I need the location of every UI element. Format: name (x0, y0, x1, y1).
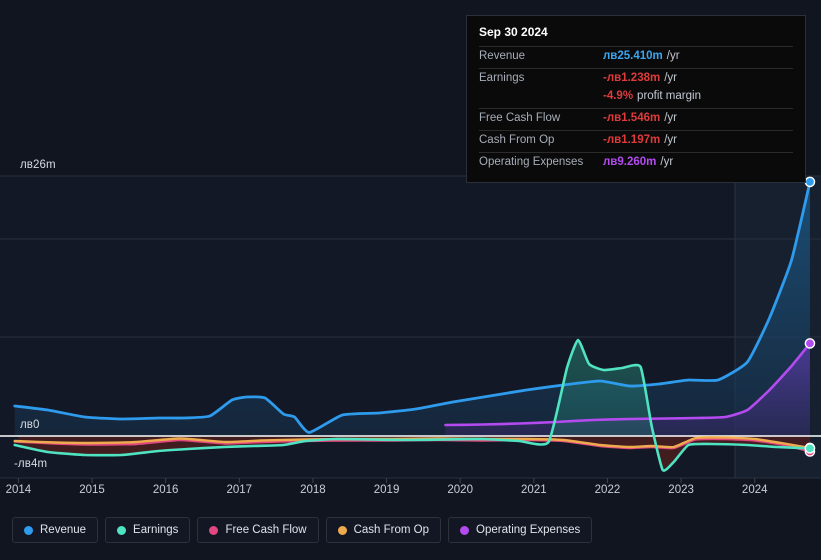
legend-item-earnings[interactable]: Earnings (105, 517, 191, 543)
legend-label: Free Cash Flow (225, 524, 307, 536)
legend-color-dot (460, 525, 470, 535)
tooltip-row-value: лв25.410m/yr (603, 50, 680, 62)
tooltip-row-label: Earnings (479, 72, 525, 84)
tooltip-row-value: лв9.260m/yr (603, 156, 674, 168)
tooltip-row-unit: /yr (664, 72, 677, 84)
tooltip-date: Sep 30 2024 (479, 25, 548, 39)
tooltip-row-unit: /yr (660, 156, 674, 168)
legend-item-free-cash-flow[interactable]: Free Cash Flow (197, 517, 319, 543)
tooltip-row: Free Cash Flow -лв1.546m/yr (479, 108, 793, 130)
legend-label: Earnings (133, 524, 179, 536)
x-axis-label-2016: 2016 (152, 484, 179, 496)
tooltip-row-unit: /yr (664, 134, 677, 146)
legend-color-dot (337, 525, 347, 535)
tooltip-row: Cash From Op -лв1.197m/yr (479, 130, 793, 152)
tooltip-row: -4.9% profit margin (479, 90, 793, 108)
tooltip-rows: Revenue лв25.410m/yr Earnings -лв1.238m/yr -… (479, 46, 793, 174)
x-axis-label-2021: 2021 (521, 484, 547, 496)
legend-item-cash-from-op[interactable]: Cash From Op (325, 517, 442, 543)
x-axis-label-2022: 2022 (594, 484, 621, 496)
tooltip-row-value: -лв1.197m/yr (603, 134, 677, 146)
legend-label: Revenue (40, 524, 87, 536)
y-axis-label-bottom: -лв4m (14, 458, 48, 470)
x-axis-ticks (17, 478, 756, 483)
legend-item-revenue[interactable]: Revenue (12, 517, 99, 543)
tooltip-row: Revenue лв25.410m/yr (479, 46, 793, 68)
tooltip-row-value: -лв1.546m/yr (603, 112, 677, 124)
legend-color-dot (117, 525, 127, 535)
tooltip-row-label: Revenue (479, 50, 526, 62)
legend-color-dot (209, 525, 219, 535)
x-axis-label-2023: 2023 (668, 484, 694, 496)
x-axis-labels: 2014 2015 2016 2017 2018 2019 2020 2021 2022 2023… (0, 484, 821, 500)
tooltip-row-value: -лв1.238m/yr (603, 72, 677, 84)
legend-label: Cash From Op (353, 524, 430, 536)
y-axis-label-zero: лв0 (20, 419, 40, 431)
legend-color-dot (24, 525, 33, 535)
tooltip-row-value: -4.9% profit margin (603, 90, 701, 102)
tooltip-row-unit: profit margin (637, 90, 701, 102)
tooltip-row: Earnings -лв1.238m/yr (479, 68, 793, 90)
end-marker (804, 176, 816, 188)
x-axis-label-2014: 2014 (5, 484, 32, 496)
tooltip-row-unit: /yr (666, 50, 680, 62)
x-axis-label-2017: 2017 (226, 484, 253, 496)
tooltip-row-label: Cash From Op (479, 134, 555, 146)
chart-legend[interactable]: Revenue Earnings Free Cash Flow Cash From O… (12, 517, 593, 543)
tooltip-row: Operating Expenses лв9.260m/yr (479, 152, 793, 174)
end-marker (804, 338, 816, 349)
tooltip-row-unit: /yr (664, 112, 677, 124)
x-axis-label-2019: 2019 (373, 484, 400, 496)
end-marker (804, 443, 816, 454)
x-axis-label-2015: 2015 (79, 484, 105, 496)
legend-item-operating-expenses[interactable]: Operating Expenses (448, 517, 593, 543)
financial-chart: лв26m лв0 -лв4m 2014 2015 2016 2017 2018 2019… (0, 0, 821, 560)
y-axis-label-top: лв26m (20, 159, 56, 171)
data-tooltip: Sep 30 2024 Revenue лв25.410m/yr Earnings -… (466, 15, 806, 183)
tooltip-row-label: Operating Expenses (479, 156, 584, 168)
legend-label: Operating Expenses (476, 524, 581, 536)
x-axis-label-2018: 2018 (300, 484, 326, 496)
tooltip-row-label: Free Cash Flow (479, 112, 561, 124)
x-axis-label-2024: 2024 (741, 484, 768, 496)
x-axis-label-2020: 2020 (447, 484, 473, 496)
